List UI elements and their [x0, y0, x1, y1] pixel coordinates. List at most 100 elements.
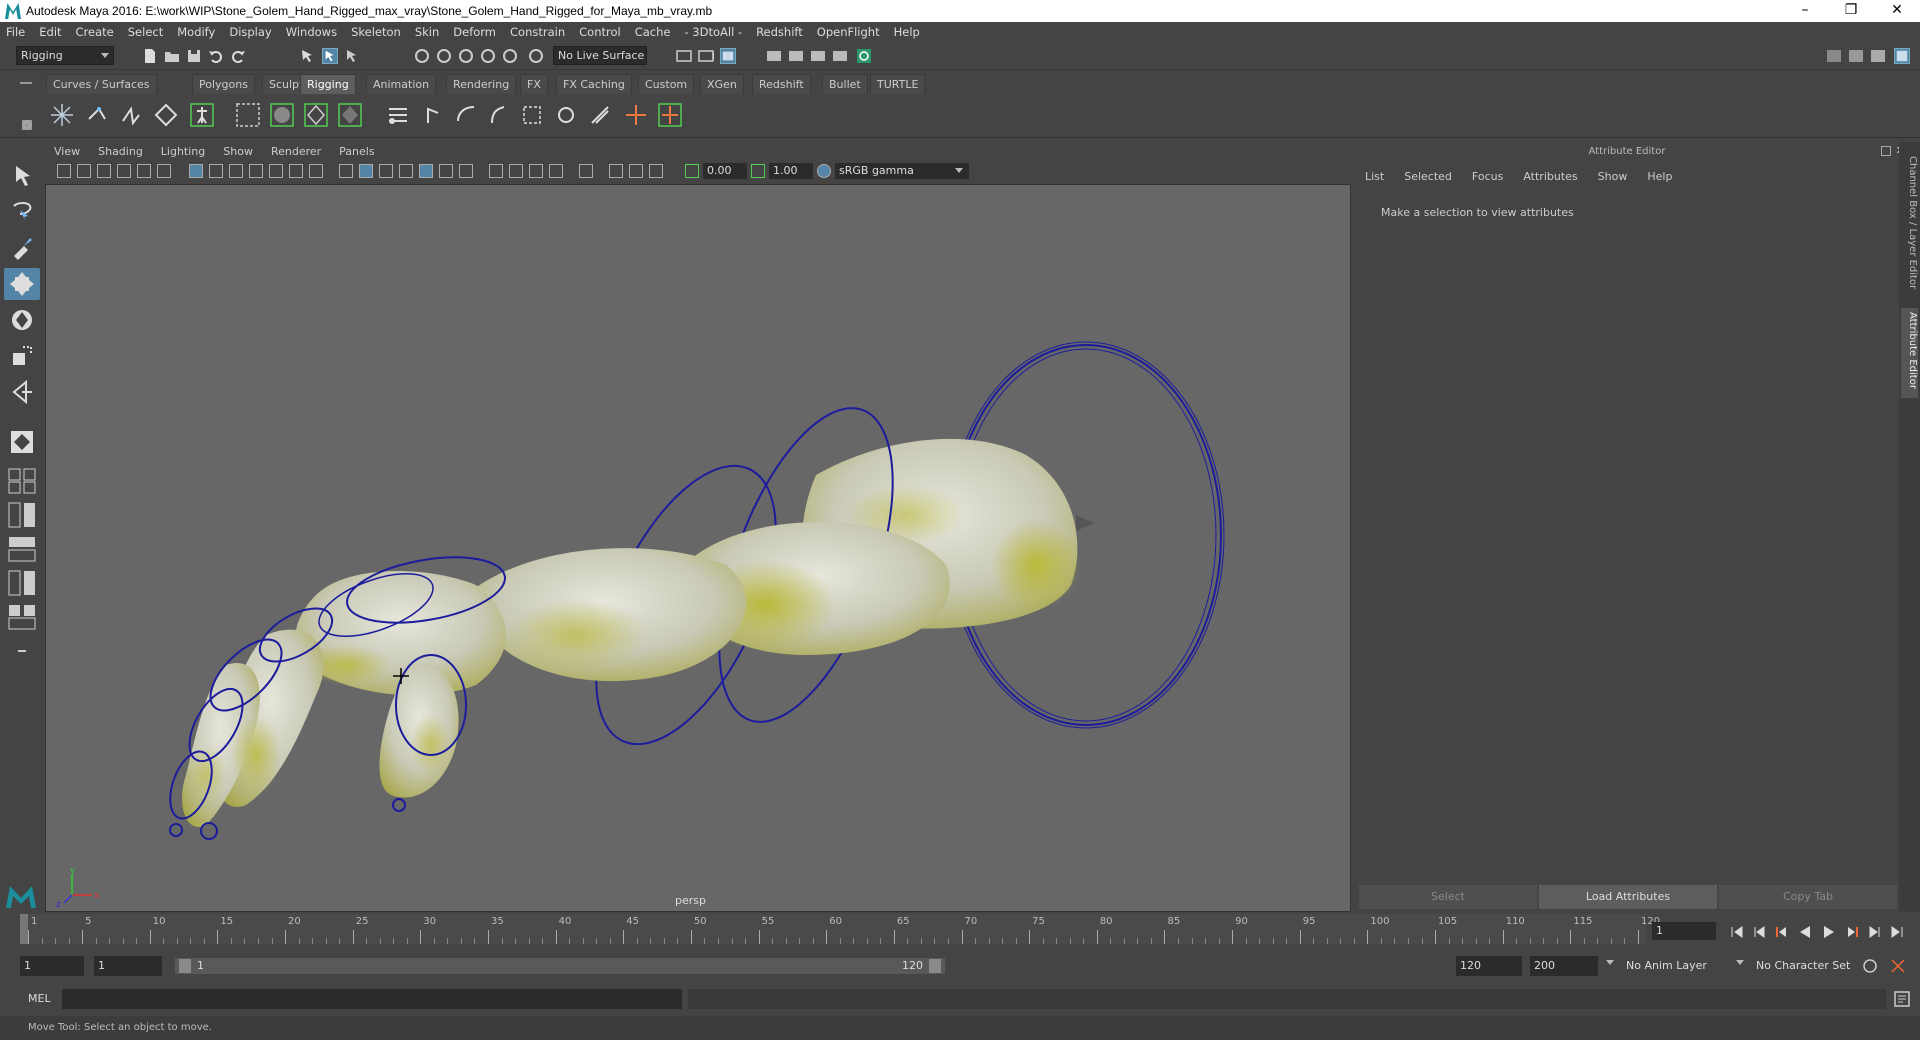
lights-icon[interactable]: [439, 164, 453, 178]
playback-start-field[interactable]: 1: [94, 956, 162, 976]
render-region-icon[interactable]: [676, 48, 692, 64]
quick-rig-icon[interactable]: [188, 101, 216, 129]
modeling-toolkit-icon[interactable]: [1826, 48, 1842, 64]
create-joints-icon[interactable]: [48, 101, 76, 129]
select-hierarchy-icon[interactable]: [300, 48, 316, 64]
render-view-icon[interactable]: [810, 48, 826, 64]
menu-redshift[interactable]: Redshift: [756, 25, 803, 39]
color-management-icon[interactable]: [817, 164, 831, 178]
snap-point-icon[interactable]: [458, 48, 474, 64]
gamma-field[interactable]: 1.00: [769, 163, 813, 179]
select-button[interactable]: Select: [1359, 885, 1537, 909]
vray-render-icon[interactable]: [856, 48, 872, 64]
image-plane-icon[interactable]: [117, 164, 131, 178]
wrap-icon[interactable]: [452, 101, 480, 129]
playback-end-field[interactable]: 120: [1456, 956, 1522, 976]
live-surface-field[interactable]: No Live Surface: [553, 46, 647, 65]
step-back-key-icon[interactable]: [1774, 925, 1788, 939]
shelf-tab-rendering[interactable]: Rendering: [446, 74, 517, 94]
3d-viewport[interactable]: y x z: [45, 184, 1351, 912]
bend-deformer-icon[interactable]: [486, 101, 514, 129]
ae-menu-attributes[interactable]: Attributes: [1523, 170, 1577, 183]
command-language-label[interactable]: MEL: [28, 992, 51, 1005]
ae-menu-show[interactable]: Show: [1598, 170, 1628, 183]
range-slider-track[interactable]: 1 120: [175, 958, 945, 974]
restore-button[interactable]: ❐: [1828, 0, 1874, 22]
ae-menu-help[interactable]: Help: [1647, 170, 1672, 183]
play-forwards-icon[interactable]: [1822, 925, 1836, 939]
lattice-icon[interactable]: [384, 101, 412, 129]
undo-icon[interactable]: [208, 48, 224, 64]
redo-icon[interactable]: [230, 48, 246, 64]
interactive-bind-icon[interactable]: [336, 101, 364, 129]
menu-help[interactable]: Help: [894, 25, 920, 39]
select-object-icon[interactable]: [322, 48, 338, 64]
move-tool[interactable]: [4, 268, 40, 300]
motion-blur-icon[interactable]: [509, 164, 523, 178]
xray-joints-icon[interactable]: [629, 164, 643, 178]
shelf-tab-fx[interactable]: FX: [520, 74, 548, 94]
layout-graph-icon[interactable]: [8, 536, 36, 562]
select-component-icon[interactable]: [344, 48, 360, 64]
shelf-tab-turtle[interactable]: TURTLE: [870, 74, 926, 94]
shelf-options-icon[interactable]: [22, 120, 32, 130]
ae-menu-focus[interactable]: Focus: [1472, 170, 1503, 183]
menu-modify[interactable]: Modify: [177, 25, 215, 39]
layout-four-view-icon[interactable]: [8, 468, 36, 494]
time-slider[interactable]: 1 5 10 15 20 25 30 35 40 45 50 55 60 65 70 75 80 85 90 95 10…: [20, 914, 1660, 944]
wireframe-on-shaded-icon[interactable]: [399, 164, 413, 178]
field-chart-icon[interactable]: [269, 164, 283, 178]
save-scene-icon[interactable]: [186, 48, 202, 64]
end-time-field[interactable]: 200: [1530, 956, 1598, 976]
exposure-icon[interactable]: [685, 164, 699, 178]
shelf-menu-icon[interactable]: [20, 82, 32, 84]
menu-cache[interactable]: Cache: [635, 25, 671, 39]
menu-windows[interactable]: Windows: [286, 25, 337, 39]
shelf-tab-curves-surfaces[interactable]: Curves / Surfaces: [46, 74, 157, 94]
shelf-tab-custom[interactable]: Custom: [638, 74, 695, 94]
start-time-field[interactable]: 1: [20, 956, 84, 976]
command-input[interactable]: [62, 989, 682, 1009]
scale-tool[interactable]: [4, 340, 40, 372]
shelf-tab-fx-caching[interactable]: FX Caching: [556, 74, 632, 94]
layout-hypershade-icon[interactable]: [8, 604, 36, 630]
grease-pencil-icon[interactable]: [157, 164, 171, 178]
character-controls-icon[interactable]: [1848, 48, 1864, 64]
go-to-start-icon[interactable]: [1730, 925, 1744, 939]
bookmark-icon[interactable]: [97, 164, 111, 178]
shadows-icon[interactable]: [459, 164, 473, 178]
open-scene-icon[interactable]: [164, 48, 180, 64]
palm-mesh[interactable]: [295, 547, 510, 696]
grid-icon[interactable]: [189, 164, 203, 178]
character-set-field[interactable]: No Character Set: [1752, 956, 1860, 976]
cluster-icon[interactable]: [420, 101, 448, 129]
make-live-icon[interactable]: [528, 48, 544, 64]
attribute-editor-tab[interactable]: Attribute Editor: [1901, 308, 1918, 398]
lasso-tool[interactable]: [4, 196, 40, 228]
hypershade-icon[interactable]: [788, 48, 804, 64]
ipr-render-icon[interactable]: [720, 48, 736, 64]
attribute-editor-icon[interactable]: [1894, 48, 1910, 64]
smooth-shade-icon[interactable]: [359, 164, 373, 178]
vp-menu-show[interactable]: Show: [223, 145, 253, 158]
vp-menu-lighting[interactable]: Lighting: [161, 145, 205, 158]
render-settings-icon[interactable]: [766, 48, 782, 64]
soft-mod-icon[interactable]: [586, 101, 614, 129]
vp-menu-renderer[interactable]: Renderer: [271, 145, 321, 158]
last-tool[interactable]: [4, 376, 40, 408]
layout-outliner-icon[interactable]: [8, 570, 36, 596]
float-panel-icon[interactable]: [1881, 146, 1891, 156]
snap-view-icon[interactable]: [480, 48, 496, 64]
close-button[interactable]: ✕: [1874, 0, 1920, 22]
ambient-occlusion-icon[interactable]: [489, 164, 503, 178]
load-attributes-button[interactable]: Load Attributes: [1539, 885, 1717, 909]
parent-constraint-icon[interactable]: [622, 101, 650, 129]
point-constraint-icon[interactable]: [656, 101, 684, 129]
ik-handle-icon[interactable]: [84, 101, 112, 129]
2d-pan-icon[interactable]: [137, 164, 151, 178]
vp-menu-shading[interactable]: Shading: [98, 145, 143, 158]
auto-key-icon[interactable]: [1862, 958, 1878, 974]
channel-box-tab[interactable]: Channel Box / Layer Editor: [1901, 152, 1918, 302]
play-backwards-icon[interactable]: [1798, 925, 1812, 939]
range-start-handle[interactable]: [179, 959, 191, 973]
